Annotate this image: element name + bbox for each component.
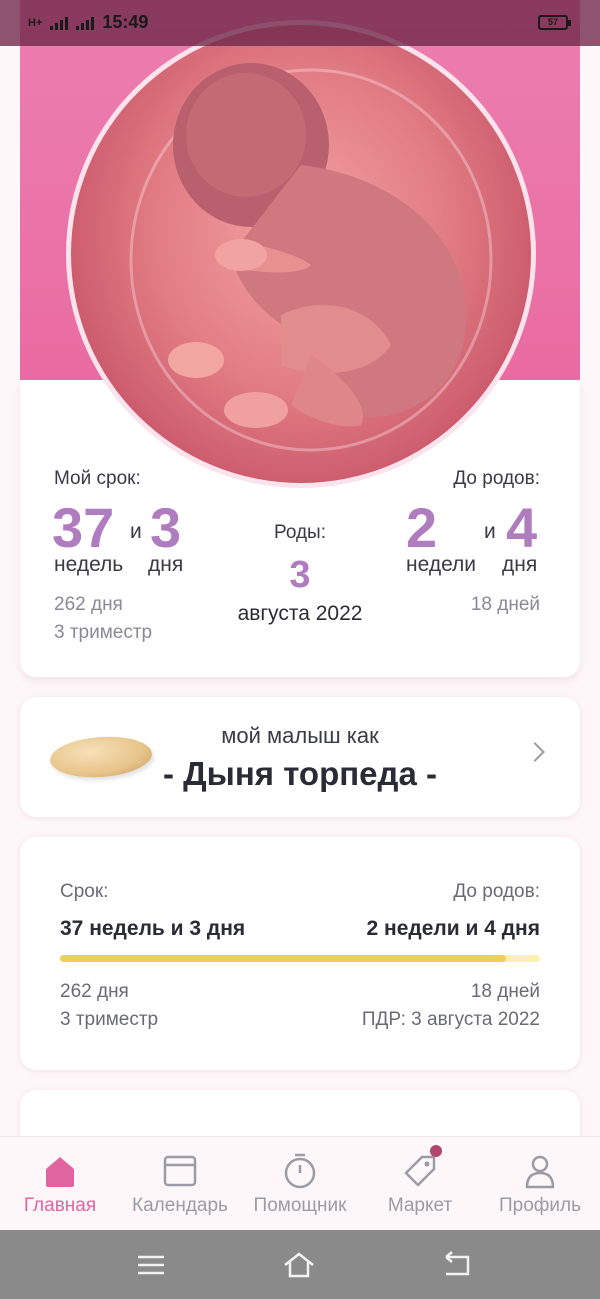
tab-market[interactable]: Маркет [360,1137,480,1230]
progress-fill [60,955,507,962]
left-days: 18 дней [470,981,540,1002]
battery-icon: 57 [538,15,571,30]
market-badge [430,1145,442,1157]
tab-label-home: Главная [23,1195,97,1216]
due-date: ПДР: 3 августа 2022 [361,1009,540,1030]
left-weeks-label: недели [406,553,477,576]
total-days: 262 дня [60,981,129,1002]
calendar-icon [163,1155,197,1187]
left-total-days: 18 дней [470,594,540,615]
term-label: Срок: [60,881,109,902]
tab-assistant[interactable]: Помощник [240,1137,360,1230]
left-weeks-value: 2 [406,496,438,559]
baby-size-title: - Дыня торпеда - [163,755,437,792]
pregnancy-progress-bar [60,955,540,962]
tab-label-calendar: Календарь [132,1195,228,1216]
tab-home[interactable]: Главная [0,1137,120,1230]
timer-icon [284,1153,316,1189]
birth-label: Роды: [273,522,326,543]
menu-icon[interactable] [134,1248,168,1282]
left-days-value: 4 [506,496,538,559]
until-value: 2 недели и 4 дня [366,917,541,940]
tab-label-assistant: Помощник [253,1195,347,1216]
left-days-label: дня [502,553,538,576]
progress-card: Срок: До родов: 37 недель и 3 дня 2 неде… [20,837,580,1070]
battery-level: 57 [547,17,558,27]
home-icon [46,1157,74,1187]
trimester: 3 триместр [60,1009,159,1030]
network-type: H+ [28,16,43,29]
profile-icon [525,1155,555,1189]
system-nav-bar [0,1230,600,1299]
until-label: До родов: [453,881,540,902]
signal-icon [50,16,69,30]
tab-profile[interactable]: Профиль [480,1137,600,1230]
clock: 15:49 [102,12,149,32]
signal-icon-2 [76,16,95,30]
tab-label-market: Маркет [387,1195,453,1216]
tag-icon [404,1155,436,1187]
fetus-illustration [66,20,536,488]
back-icon[interactable] [440,1248,474,1282]
status-bar: H+ 15:49 57 [0,0,600,46]
home-nav-icon[interactable] [282,1248,316,1282]
bottom-tab-bar: Главная Календарь Помощник Маркет Профил… [0,1136,600,1230]
tab-label-profile: Профиль [498,1195,582,1216]
birth-day: 3 [289,554,311,596]
tab-calendar[interactable]: Календарь [120,1137,240,1230]
baby-size-subtitle: мой малыш как [221,723,379,748]
and-label-2: и [484,520,496,543]
baby-size-card[interactable]: мой малыш как - Дыня торпеда - [20,697,580,817]
term-value: 37 недель и 3 дня [60,917,246,940]
